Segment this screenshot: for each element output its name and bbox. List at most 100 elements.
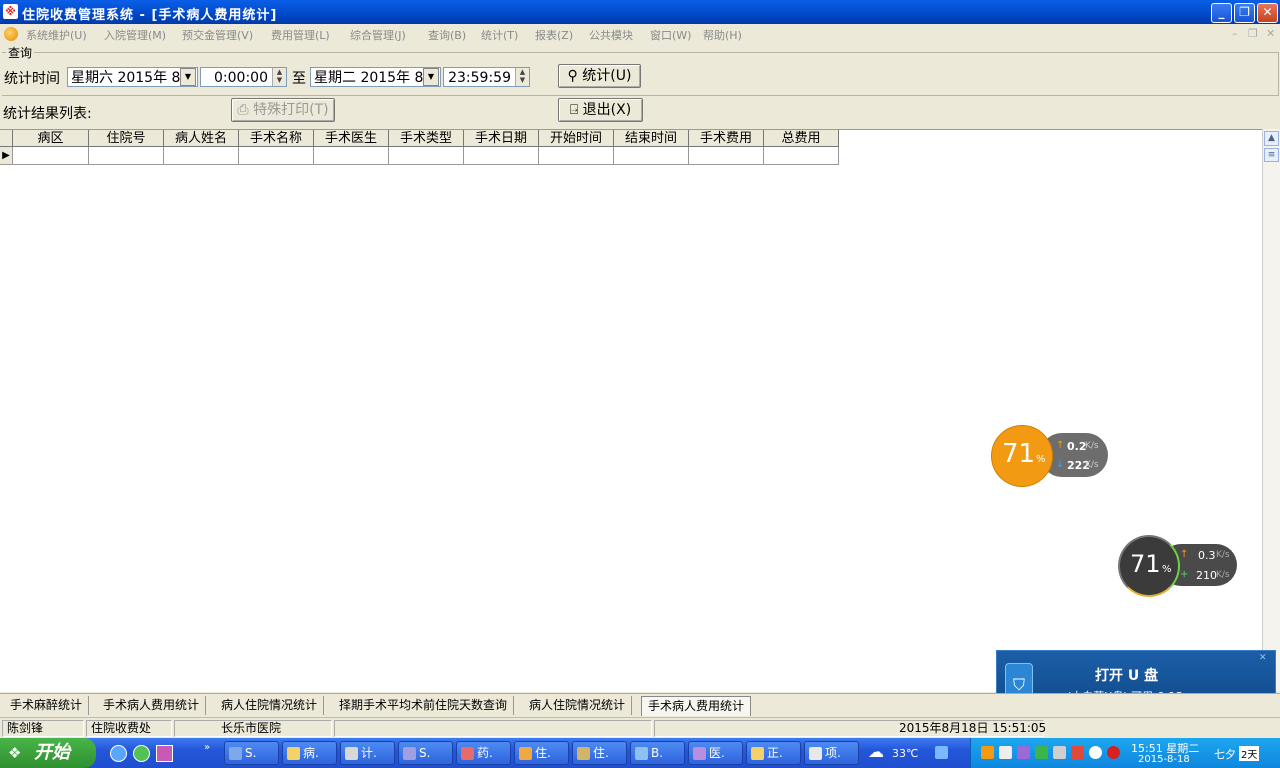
table-cell[interactable] bbox=[689, 147, 764, 165]
app-icon bbox=[403, 747, 416, 760]
taskbar-item-9[interactable]: 医. bbox=[688, 741, 743, 765]
folder-icon bbox=[751, 747, 764, 760]
memory-usage-ball-1[interactable]: 71 % bbox=[991, 425, 1053, 487]
taskbar-item-1[interactable]: S. bbox=[224, 741, 279, 765]
end-time-spinner-icon[interactable]: ▲ ▼ bbox=[515, 68, 529, 86]
weather-cloud-icon[interactable]: ☁ bbox=[868, 742, 884, 761]
col-header-start-time[interactable]: 开始时间 bbox=[539, 130, 614, 147]
app-quicklaunch-icon[interactable] bbox=[156, 745, 173, 762]
col-header-surgery-name[interactable]: 手术名称 bbox=[239, 130, 314, 147]
menu-reports[interactable]: 报表(Z) bbox=[535, 27, 573, 43]
tab-surgery-fee-stats[interactable]: 手术病人费用统计 bbox=[97, 696, 207, 715]
menu-admission[interactable]: 入院管理(M) bbox=[104, 27, 166, 43]
end-date-picker[interactable]: 星期二 2015年 8 bbox=[310, 67, 441, 87]
stat-button[interactable]: ⚲ 统计(U) bbox=[558, 64, 641, 88]
table-cell[interactable] bbox=[614, 147, 689, 165]
exit-button[interactable]: ⍈ 退出(X) bbox=[558, 98, 643, 122]
shield-icon[interactable] bbox=[1089, 746, 1102, 759]
clock-date[interactable]: 2015-8-18 bbox=[1138, 754, 1190, 765]
table-cell[interactable] bbox=[13, 147, 89, 165]
col-header-inpatient-no[interactable]: 住院号 bbox=[89, 130, 164, 147]
tab-elective-surgery-query[interactable]: 择期手术平均术前住院天数查询 bbox=[333, 696, 515, 715]
ie-icon[interactable] bbox=[110, 745, 127, 762]
table-cell[interactable] bbox=[389, 147, 464, 165]
tray-icon[interactable] bbox=[981, 746, 994, 759]
memory-usage-ball-2[interactable]: 71 % bbox=[1118, 535, 1180, 597]
taskbar-item-5[interactable]: 药. bbox=[456, 741, 511, 765]
menu-system[interactable]: 系统维护(U) bbox=[26, 27, 87, 43]
end-date-dropdown-icon[interactable]: ▼ bbox=[423, 68, 439, 86]
minimize-button[interactable]: _ bbox=[1211, 3, 1232, 23]
col-header-surgery-type[interactable]: 手术类型 bbox=[389, 130, 464, 147]
table-cell[interactable] bbox=[89, 147, 164, 165]
vertical-scrollbar[interactable]: ▲ ≡ bbox=[1262, 129, 1280, 691]
tab-anesthesia-stats[interactable]: 手术麻醉统计 bbox=[4, 696, 90, 715]
start-button[interactable]: ❖ 开始 bbox=[0, 738, 96, 768]
usb-popup-title[interactable]: 打开 U 盘 bbox=[1095, 665, 1158, 685]
taskbar-item-11[interactable]: 项. bbox=[804, 741, 859, 765]
taskbar-item-7[interactable]: 住. bbox=[572, 741, 627, 765]
col-header-patient-name[interactable]: 病人姓名 bbox=[164, 130, 239, 147]
hospital-app-icon bbox=[519, 747, 532, 760]
menu-fees[interactable]: 费用管理(L) bbox=[271, 27, 330, 43]
col-header-total-fee[interactable]: 总费用 bbox=[764, 130, 839, 147]
start-time-spinner-icon[interactable]: ▲ ▼ bbox=[272, 68, 286, 86]
memory-percent: 71 bbox=[1002, 439, 1036, 469]
start-date-picker[interactable]: 星期六 2015年 8 bbox=[67, 67, 198, 87]
menu-deposit[interactable]: 预交金管理(V) bbox=[182, 27, 253, 43]
table-cell[interactable] bbox=[539, 147, 614, 165]
tray-icon[interactable] bbox=[1053, 746, 1066, 759]
col-header-surgery-fee[interactable]: 手术费用 bbox=[689, 130, 764, 147]
tray-icon[interactable] bbox=[1071, 746, 1084, 759]
taskbar-item-10[interactable]: 正. bbox=[746, 741, 801, 765]
tray-icon[interactable] bbox=[999, 746, 1012, 759]
col-header-ward[interactable]: 病区 bbox=[13, 130, 89, 147]
browser-icon[interactable] bbox=[133, 745, 150, 762]
table-cell[interactable] bbox=[164, 147, 239, 165]
table-cell[interactable] bbox=[314, 147, 389, 165]
special-print-label: 特殊打印(T) bbox=[253, 102, 329, 118]
stop-icon[interactable] bbox=[1107, 746, 1120, 759]
taskbar-item-6[interactable]: 住. bbox=[514, 741, 569, 765]
menu-public[interactable]: 公共模块 bbox=[589, 27, 633, 43]
scroll-thumb[interactable]: ≡ bbox=[1264, 148, 1279, 162]
col-header-end-time[interactable]: 结束时间 bbox=[614, 130, 689, 147]
col-header-surgery-date[interactable]: 手术日期 bbox=[464, 130, 539, 147]
mdi-restore-button[interactable]: ❐ bbox=[1248, 27, 1258, 40]
title-bar[interactable]: ※ 住院收费管理系统 - [手术病人费用统计] _ ❐ ✕ bbox=[0, 0, 1280, 24]
tab-inpatient-stats-2[interactable]: 病人住院情况统计 bbox=[523, 696, 633, 715]
tab-inpatient-stats[interactable]: 病人住院情况统计 bbox=[215, 696, 325, 715]
scroll-up-icon[interactable]: ▲ bbox=[1264, 131, 1279, 146]
taskbar-item-4[interactable]: S. bbox=[398, 741, 453, 765]
special-print-button[interactable]: ⎙ 特殊打印(T) bbox=[231, 98, 335, 122]
tray-icon[interactable] bbox=[1035, 746, 1048, 759]
tray-icon[interactable] bbox=[1017, 746, 1030, 759]
mdi-child-icon[interactable] bbox=[4, 27, 18, 41]
task-label: S. bbox=[245, 746, 257, 760]
app-icon[interactable]: ※ bbox=[3, 4, 18, 19]
menu-help[interactable]: 帮助(H) bbox=[703, 27, 742, 43]
menu-window[interactable]: 窗口(W) bbox=[650, 27, 691, 43]
menu-general[interactable]: 综合管理(J) bbox=[350, 27, 406, 43]
usb-popup-close-icon[interactable]: ✕ bbox=[1259, 653, 1267, 663]
menu-query[interactable]: 查询(B) bbox=[428, 27, 466, 43]
taskbar-item-8[interactable]: B. bbox=[630, 741, 685, 765]
col-header-surgeon[interactable]: 手术医生 bbox=[314, 130, 389, 147]
mdi-close-button[interactable]: ✕ bbox=[1266, 27, 1275, 40]
taskbar-item-2[interactable]: 病. bbox=[282, 741, 337, 765]
quicklaunch-more-icon[interactable]: » bbox=[204, 742, 210, 753]
menu-statistics[interactable]: 统计(T) bbox=[481, 27, 518, 43]
table-cell[interactable] bbox=[239, 147, 314, 165]
row-indicator-icon[interactable]: ▶ bbox=[0, 147, 13, 165]
table-cell[interactable] bbox=[764, 147, 839, 165]
start-time-value: 0:00:00 bbox=[214, 70, 268, 86]
tray-app-icon[interactable] bbox=[935, 746, 948, 759]
mdi-minimize-button[interactable]: – bbox=[1232, 27, 1238, 40]
result-grid[interactable]: 病区 住院号 病人姓名 手术名称 手术医生 手术类型 手术日期 开始时间 结束时… bbox=[0, 129, 1262, 692]
tab-surgery-fee-stats-active[interactable]: 手术病人费用统计 bbox=[641, 696, 752, 716]
restore-button[interactable]: ❐ bbox=[1234, 3, 1255, 23]
table-cell[interactable] bbox=[464, 147, 539, 165]
taskbar-item-3[interactable]: 计. bbox=[340, 741, 395, 765]
start-date-dropdown-icon[interactable]: ▼ bbox=[180, 68, 196, 86]
close-button[interactable]: ✕ bbox=[1257, 3, 1278, 23]
